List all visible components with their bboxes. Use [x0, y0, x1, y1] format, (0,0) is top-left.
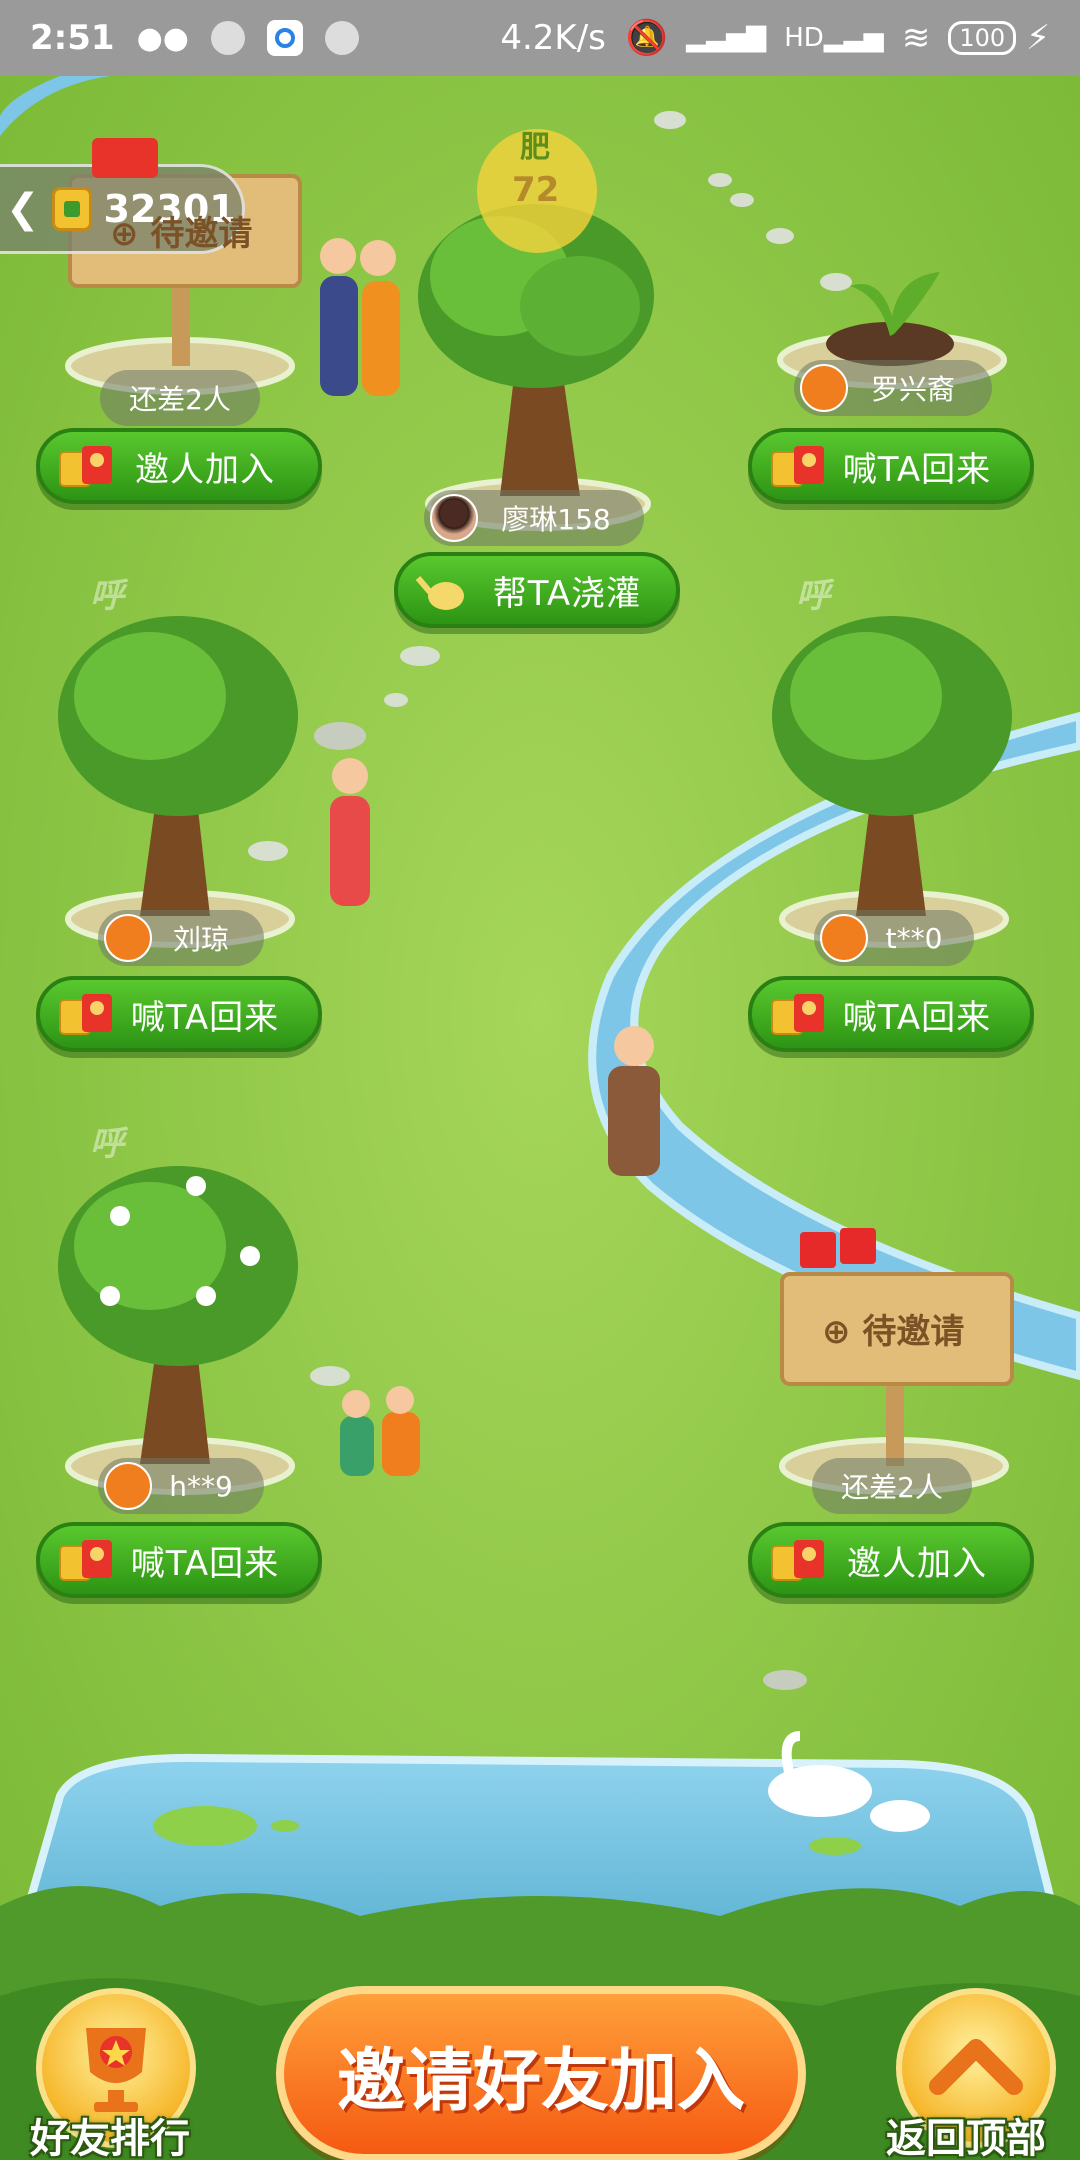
friend-avatar [800, 364, 848, 412]
sign-label-1: ⊕ 待邀请 [110, 206, 252, 255]
gift-envelope-icon [771, 994, 824, 1035]
call-back-button-left-3[interactable]: 喊TA回来 [36, 1522, 322, 1598]
sign-text: 待邀请 [862, 1312, 965, 1352]
sleep-mark: 呼 [90, 1124, 124, 1164]
invite-join-button-1[interactable]: 邀人加入 [36, 428, 322, 504]
friend-name-left-3[interactable]: h**9 [98, 1458, 264, 1514]
plus-circle-icon: ⊕ [822, 1312, 851, 1352]
mute-bell-icon: 🔕 [625, 18, 669, 58]
friend-avatar [104, 1462, 152, 1510]
coin-icon [51, 187, 92, 231]
signal-hd-label: HD [784, 23, 824, 53]
friend-name-text: 刘琼 [172, 923, 229, 956]
friend-name-text: h**9 [169, 1469, 233, 1503]
farm-scene: 肥 72 ❮ 32301 ⊕ 待邀请 ⊕ 待邀请 还差2人 廖琳158 罗兴裔 … [0, 76, 1080, 2160]
invite-friends-button[interactable]: 邀请好友加入 [276, 1986, 806, 2160]
back-to-top-label[interactable]: 返回顶部 [886, 2106, 1046, 2160]
friend-ranking-label[interactable]: 好友排行 [30, 2106, 190, 2160]
caption-text: 还差2人 [841, 1471, 943, 1504]
gift-envelope-icon [771, 1540, 824, 1581]
friend-name-center[interactable]: 廖琳158 [424, 490, 644, 546]
status-time: 2:51 [30, 18, 115, 58]
friend-name-sprout[interactable]: 罗兴裔 [794, 360, 992, 416]
friend-name-right-2[interactable]: t**0 [814, 910, 974, 966]
battery-indicator: 100 [948, 21, 1017, 55]
friend-name-text: t**0 [885, 921, 943, 955]
button-label: 帮TA浇灌 [492, 573, 642, 614]
charging-icon: ⚡ [1026, 18, 1050, 58]
button-label: 喊TA回来 [130, 997, 280, 1038]
wifi-icon: ≋ [901, 18, 931, 58]
gift-envelope-icon [59, 1540, 112, 1581]
net-speed: 4.2K/s [500, 18, 606, 58]
invite-join-button-2[interactable]: 邀人加入 [748, 1522, 1034, 1598]
button-label: 邀人加入 [847, 1543, 987, 1584]
sleep-mark: 呼 [90, 576, 124, 616]
sign-label-2: ⊕ 待邀请 [822, 1304, 964, 1353]
button-label: 喊TA回来 [842, 449, 992, 490]
browser-app-icon [266, 20, 303, 56]
call-back-button-sprout[interactable]: 喊TA回来 [748, 428, 1034, 504]
gift-envelope-icon [771, 446, 824, 487]
status-bar: 2:51 ●● 4.2K/s 🔕 ▂▃▅▇ HD▂▃▅ ≋ 100 ⚡ [0, 0, 1080, 76]
signal-hd-icon: HD▂▃▅ [784, 23, 884, 53]
button-label: 喊TA回来 [130, 1543, 280, 1584]
notification-dot-icon [324, 21, 359, 55]
friend-name-text: 罗兴裔 [870, 373, 955, 406]
gift-envelope-icon [59, 994, 112, 1035]
friend-avatar [430, 494, 478, 542]
caption-text: 还差2人 [129, 383, 231, 416]
plot-caption-invite-2: 还差2人 [812, 1458, 972, 1514]
watering-can-icon [416, 576, 464, 610]
friend-name-text: 廖琳158 [501, 503, 611, 536]
red-envelope-icon [92, 138, 158, 178]
call-back-button-right-2[interactable]: 喊TA回来 [748, 976, 1034, 1052]
plot-caption-invite-1: 还差2人 [100, 370, 260, 426]
water-friend-button[interactable]: 帮TA浇灌 [394, 552, 680, 628]
friend-avatar [820, 914, 868, 962]
call-back-button-left-2[interactable]: 喊TA回来 [36, 976, 322, 1052]
sign-text: 待邀请 [150, 214, 253, 254]
button-label: 喊TA回来 [842, 997, 992, 1038]
friend-avatar [104, 914, 152, 962]
button-label: 邀人加入 [135, 449, 275, 490]
fertilizer-label: 肥 [520, 130, 550, 165]
sleep-mark: 呼 [796, 576, 830, 616]
wechat-icon: ●● [136, 20, 189, 56]
signal-icon: ▂▃▅▇ [686, 23, 767, 53]
notification-dot-icon [210, 21, 245, 55]
gift-envelope-icon [59, 446, 112, 487]
back-chevron-icon[interactable]: ❮ [6, 186, 40, 232]
friend-name-left-2[interactable]: 刘琼 [98, 910, 264, 966]
fertilizer-value[interactable]: 72 [512, 170, 559, 210]
plus-circle-icon: ⊕ [110, 214, 139, 254]
bottom-bar: 好友排行 邀请好友加入 返回顶部 [0, 1906, 1080, 2160]
